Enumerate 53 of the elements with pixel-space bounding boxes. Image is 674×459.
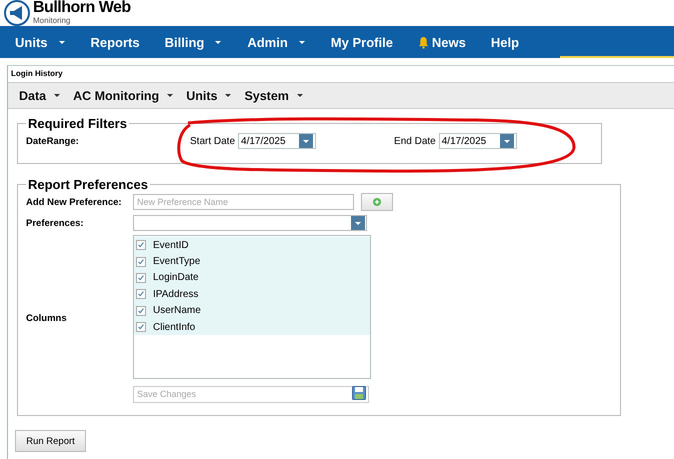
caret-icon[interactable] (167, 94, 174, 98)
dropdown-icon[interactable] (351, 216, 365, 230)
date-field[interactable]: 4/17/2025 (238, 133, 316, 149)
plus-icon[interactable] (372, 198, 381, 206)
nav-link[interactable]: Admin (247, 34, 288, 50)
caret-icon[interactable] (298, 40, 306, 44)
brand-title: Bullhorn Web (33, 0, 131, 16)
add-button[interactable] (360, 193, 393, 211)
nav-link[interactable]: Billing (164, 34, 204, 50)
menu-item[interactable]: System (244, 88, 289, 102)
field-label: DateRange: (26, 136, 80, 146)
field-label: End Date (394, 136, 436, 146)
field-label: Add New Preference: (26, 196, 123, 208)
list-item[interactable]: ClientInfo (134, 318, 370, 336)
checkbox[interactable] (136, 256, 146, 267)
checkbox[interactable] (136, 289, 146, 300)
nav-link[interactable]: Units (15, 34, 48, 50)
checkbox[interactable] (136, 306, 146, 316)
field-label: Preferences: (26, 218, 85, 228)
checkbox[interactable] (136, 322, 146, 332)
list-item[interactable]: UserName (134, 302, 370, 319)
menu-item[interactable]: AC Monitoring (73, 88, 160, 102)
input-field[interactable]: Save Changes (133, 386, 369, 402)
brand-subtitle: Monitoring (33, 16, 72, 25)
caret-icon[interactable] (54, 94, 60, 98)
checkbox[interactable] (136, 272, 146, 283)
input-field[interactable]: New Preference Name (133, 194, 354, 210)
list-item[interactable]: IPAddress (134, 286, 370, 303)
date-field[interactable]: 4/17/2025 (438, 133, 517, 149)
save-icon[interactable] (352, 386, 366, 400)
caret-icon[interactable] (214, 40, 222, 44)
menu-item[interactable]: Units (186, 88, 218, 102)
caret-icon[interactable] (58, 40, 66, 44)
fieldset-legend: Report Preferences (26, 177, 150, 192)
fieldset-legend: Required Filters (26, 116, 129, 131)
caret-icon[interactable] (225, 94, 232, 98)
dropdown-icon[interactable] (500, 134, 514, 148)
menu-item[interactable]: Data (19, 88, 46, 102)
nav-link[interactable]: News (432, 34, 466, 50)
field-label: Columns (26, 312, 68, 324)
list-item[interactable]: EventType (134, 253, 370, 270)
caret-icon[interactable] (296, 94, 303, 98)
dropdown-icon[interactable] (299, 134, 314, 148)
nav-link[interactable]: Reports (90, 34, 140, 50)
list-item[interactable]: LoginDate (134, 270, 370, 286)
dropdown-field[interactable] (133, 215, 367, 231)
nav-link[interactable]: My Profile (330, 34, 393, 50)
nav-link[interactable]: Help (490, 34, 520, 50)
checkbox[interactable] (136, 240, 146, 250)
run-report-button[interactable]: Run Report (15, 430, 86, 452)
list-item[interactable]: EventID (134, 237, 370, 254)
field-label: Start Date (190, 136, 236, 146)
bell-icon (418, 36, 429, 48)
